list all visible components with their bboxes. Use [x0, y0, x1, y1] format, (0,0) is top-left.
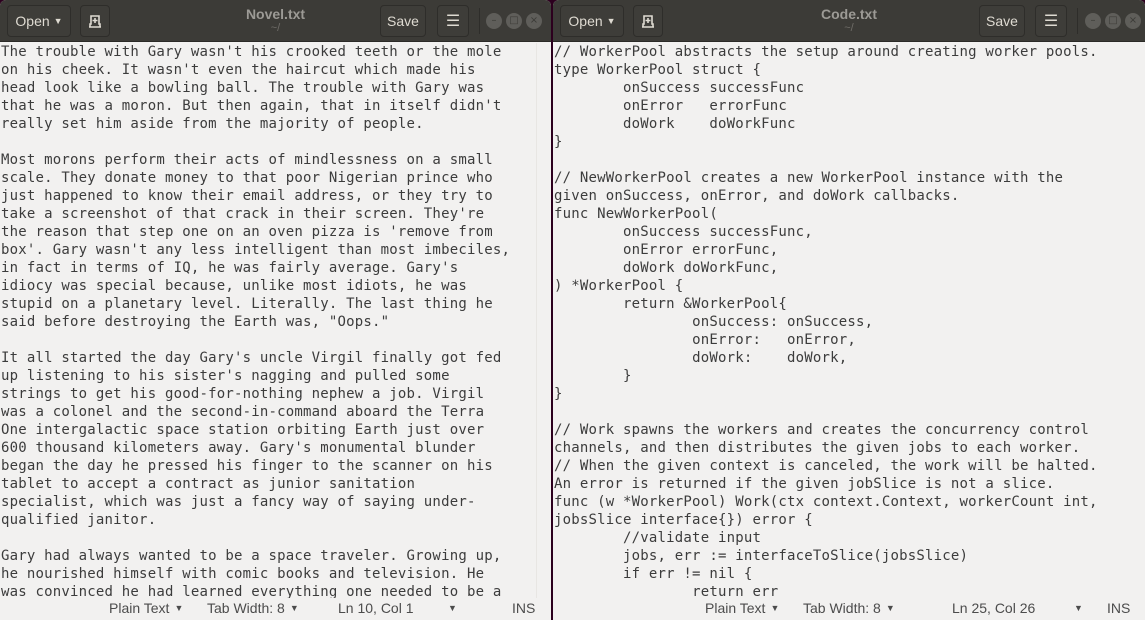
chevron-down-icon: ▼	[770, 603, 780, 613]
new-tab-button[interactable]	[80, 5, 110, 37]
headerbar: Open ▼ Novel.txt ~/ Save ☰ – □ ×	[0, 0, 551, 42]
headerbar-separator	[479, 8, 480, 34]
open-label: Open	[15, 13, 50, 29]
insert-mode: INS	[1107, 600, 1131, 616]
statusbar: Plain Text ▼ Tab Width: 8 ▼ Ln 25, Col 26 …	[553, 598, 1145, 620]
save-button[interactable]: Save	[380, 5, 426, 37]
menu-button[interactable]: ☰	[437, 5, 469, 37]
tab-width-label: Tab Width: 8	[207, 600, 285, 616]
language-label: Plain Text	[109, 600, 170, 616]
open-button[interactable]: Open ▼	[7, 5, 71, 37]
open-label: Open	[568, 13, 603, 29]
chevron-down-icon: ▼	[606, 16, 616, 26]
hamburger-menu-icon: ☰	[1043, 13, 1059, 30]
chevron-down-icon[interactable]: ▼	[443, 600, 457, 616]
window-controls: – □ ×	[486, 13, 542, 29]
statusbar: Plain Text ▼ Tab Width: 8 ▼ Ln 10, Col 1 ▼…	[0, 598, 551, 620]
text-editor-area[interactable]: The trouble with Gary wasn't his crooked…	[0, 43, 537, 598]
headerbar: Open ▼ Code.txt ~/ Save ☰ – □ ×	[553, 0, 1145, 42]
language-selector[interactable]: Plain Text ▼	[109, 600, 183, 616]
cursor-position[interactable]: Ln 25, Col 26	[952, 600, 1035, 616]
gedit-window-code: Open ▼ Code.txt ~/ Save ☰ – □ × // Worke…	[553, 0, 1145, 620]
insert-mode: INS	[512, 600, 536, 616]
new-tab-button[interactable]	[633, 5, 663, 37]
chevron-down-icon: ▼	[174, 603, 184, 613]
document-text[interactable]: // WorkerPool abstracts the setup around…	[554, 43, 1145, 598]
open-button[interactable]: Open ▼	[560, 5, 624, 37]
chevron-down-icon: ▼	[53, 16, 63, 26]
new-tab-icon	[89, 15, 101, 28]
minimize-icon[interactable]: –	[1085, 13, 1101, 29]
chevron-down-icon: ▼	[885, 603, 895, 613]
close-icon[interactable]: ×	[526, 13, 542, 29]
document-text[interactable]: The trouble with Gary wasn't his crooked…	[1, 43, 537, 598]
language-selector[interactable]: Plain Text ▼	[705, 600, 779, 616]
chevron-down-icon: ▼	[289, 603, 299, 613]
headerbar-separator	[1077, 8, 1078, 34]
chevron-down-icon[interactable]: ▼	[1069, 600, 1083, 616]
maximize-icon[interactable]: □	[506, 13, 522, 29]
maximize-icon[interactable]: □	[1105, 13, 1121, 29]
window-controls: – □ ×	[1085, 13, 1141, 29]
menu-button[interactable]: ☰	[1035, 5, 1067, 37]
scrollbar[interactable]	[536, 43, 551, 598]
gedit-window-novel: Open ▼ Novel.txt ~/ Save ☰ – □ × The tro…	[0, 0, 551, 620]
tab-width-selector[interactable]: Tab Width: 8 ▼	[803, 600, 895, 616]
new-tab-icon	[642, 15, 654, 28]
tab-width-selector[interactable]: Tab Width: 8 ▼	[207, 600, 299, 616]
cursor-position[interactable]: Ln 10, Col 1	[338, 600, 414, 616]
text-editor-area[interactable]: // WorkerPool abstracts the setup around…	[553, 43, 1145, 598]
tab-width-label: Tab Width: 8	[803, 600, 881, 616]
save-button[interactable]: Save	[979, 5, 1025, 37]
minimize-icon[interactable]: –	[486, 13, 502, 29]
hamburger-menu-icon: ☰	[445, 13, 461, 30]
close-icon[interactable]: ×	[1125, 13, 1141, 29]
language-label: Plain Text	[705, 600, 766, 616]
